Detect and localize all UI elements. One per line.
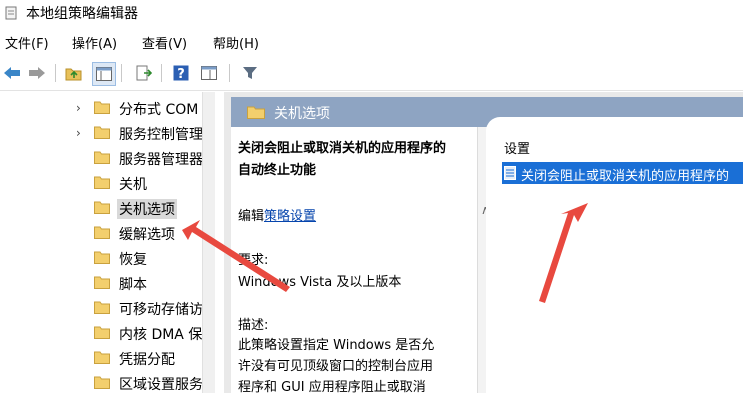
details-header-title: 关机选项: [274, 106, 330, 122]
export-list-icon[interactable]: [133, 62, 155, 84]
tree-item-distributed-com[interactable]: › 分布式 COM: [0, 96, 214, 120]
tree-item-label: 内核 DMA 保: [119, 327, 203, 343]
forward-arrow-icon[interactable]: [26, 62, 48, 84]
settings-list: 设置 关闭会阻止或取消关机的应用程序的: [486, 117, 743, 393]
folder-icon: [94, 151, 110, 164]
folder-icon: [94, 176, 110, 189]
menu-bar: 文件(F) 操作(A) 查看(V) 帮助(H): [0, 30, 743, 52]
requirements-value: Windows Vista 及以上版本: [238, 275, 402, 290]
menu-view[interactable]: 查看(V): [142, 33, 187, 52]
folder-icon: [94, 326, 110, 339]
tree-item-label: 关机: [119, 177, 147, 193]
window-title: 本地组策略编辑器: [26, 6, 138, 22]
tree-item-shutdown[interactable]: 关机: [0, 171, 214, 195]
description-text: 许没有可见顶级窗口的控制台应用: [238, 359, 434, 374]
folder-icon: [94, 126, 110, 139]
policy-settings-link[interactable]: 策略设置: [264, 209, 316, 224]
toolbar: ?: [0, 58, 743, 91]
menu-file[interactable]: 文件(F): [5, 33, 49, 52]
tree-scrollbar[interactable]: [202, 92, 215, 393]
folder-icon: [94, 376, 110, 389]
tree-item-label: 服务控制管理: [119, 127, 203, 143]
tree-item-scripts[interactable]: 脚本: [0, 271, 214, 295]
chevron-right-icon[interactable]: ›: [76, 101, 81, 115]
settings-row-label: 关闭会阻止或取消关机的应用程序的: [521, 169, 730, 184]
help-icon[interactable]: ?: [170, 62, 192, 84]
tree-item-label: 凭据分配: [119, 352, 175, 368]
folder-icon: [94, 351, 110, 364]
edit-prefix: 编辑: [238, 209, 265, 224]
back-arrow-icon[interactable]: [1, 62, 23, 84]
properties-icon[interactable]: [198, 62, 220, 84]
folder-icon: [94, 226, 110, 239]
folder-icon: [94, 276, 110, 289]
folder-icon: [94, 101, 110, 114]
tree-item-recovery[interactable]: 恢复: [0, 246, 214, 270]
tree-item-removable-storage[interactable]: 可移动存储访: [0, 296, 214, 320]
show-hide-tree-icon[interactable]: [92, 62, 116, 86]
tree-item-server-manager[interactable]: 服务器管理器: [0, 146, 214, 170]
policy-setting-icon: [504, 166, 516, 180]
requirements-label: 要求:: [238, 253, 269, 268]
tree-item-label: 可移动存储访: [119, 302, 203, 318]
tree-item-label: 服务器管理器: [119, 152, 203, 168]
tree-pane: › 分布式 COM › 服务控制管理 服务器管理器 关机 关机选项 缓解选项 恢…: [0, 92, 214, 393]
tree-item-label: 关机选项: [117, 199, 177, 219]
description-label: 描述:: [238, 318, 269, 333]
tree-item-locale-services[interactable]: 区域设置服务: [0, 371, 214, 393]
description-text: 程序和 GUI 应用程序阻止或取消: [238, 380, 426, 395]
folder-open-icon: [94, 201, 110, 214]
svg-text:?: ?: [177, 67, 185, 81]
up-folder-icon[interactable]: [63, 62, 85, 84]
column-header-setting[interactable]: 设置: [504, 138, 530, 157]
tree-item-kernel-dma[interactable]: 内核 DMA 保: [0, 321, 214, 345]
folder-icon: [247, 106, 265, 119]
policy-editor-icon: [5, 6, 17, 20]
menu-help[interactable]: 帮助(H): [213, 33, 259, 52]
title-bar: 本地组策略编辑器: [0, 0, 743, 26]
description-text: 此策略设置指定 Windows 是否允: [238, 338, 435, 353]
policy-title: 关闭会阻止或取消关机的应用程序的: [238, 141, 447, 156]
chevron-right-icon[interactable]: ›: [76, 126, 81, 140]
tree-item-shutdown-options[interactable]: 关机选项: [0, 196, 214, 220]
tree-item-label: 分布式 COM: [119, 102, 199, 118]
folder-icon: [94, 301, 110, 314]
folder-icon: [94, 251, 110, 264]
tree-item-label: 区域设置服务: [119, 377, 203, 393]
tree-item-service-control[interactable]: › 服务控制管理: [0, 121, 214, 145]
tree-item-label: 恢复: [119, 252, 147, 268]
tree-item-mitigation-options[interactable]: 缓解选项: [0, 221, 214, 245]
tree-item-credentials-delegation[interactable]: 凭据分配: [0, 346, 214, 370]
edit-policy: 编辑策略设置: [238, 205, 316, 224]
tree-item-label: 缓解选项: [119, 227, 175, 243]
menu-action[interactable]: 操作(A): [72, 33, 117, 52]
filter-icon[interactable]: [239, 62, 261, 84]
policy-title-cont: 自动终止功能: [238, 163, 317, 178]
description-pane: 关闭会阻止或取消关机的应用程序的 自动终止功能 编辑策略设置 要求: Windo…: [231, 127, 478, 395]
settings-row[interactable]: 关闭会阻止或取消关机的应用程序的: [502, 162, 743, 184]
tree-item-label: 脚本: [119, 277, 147, 293]
